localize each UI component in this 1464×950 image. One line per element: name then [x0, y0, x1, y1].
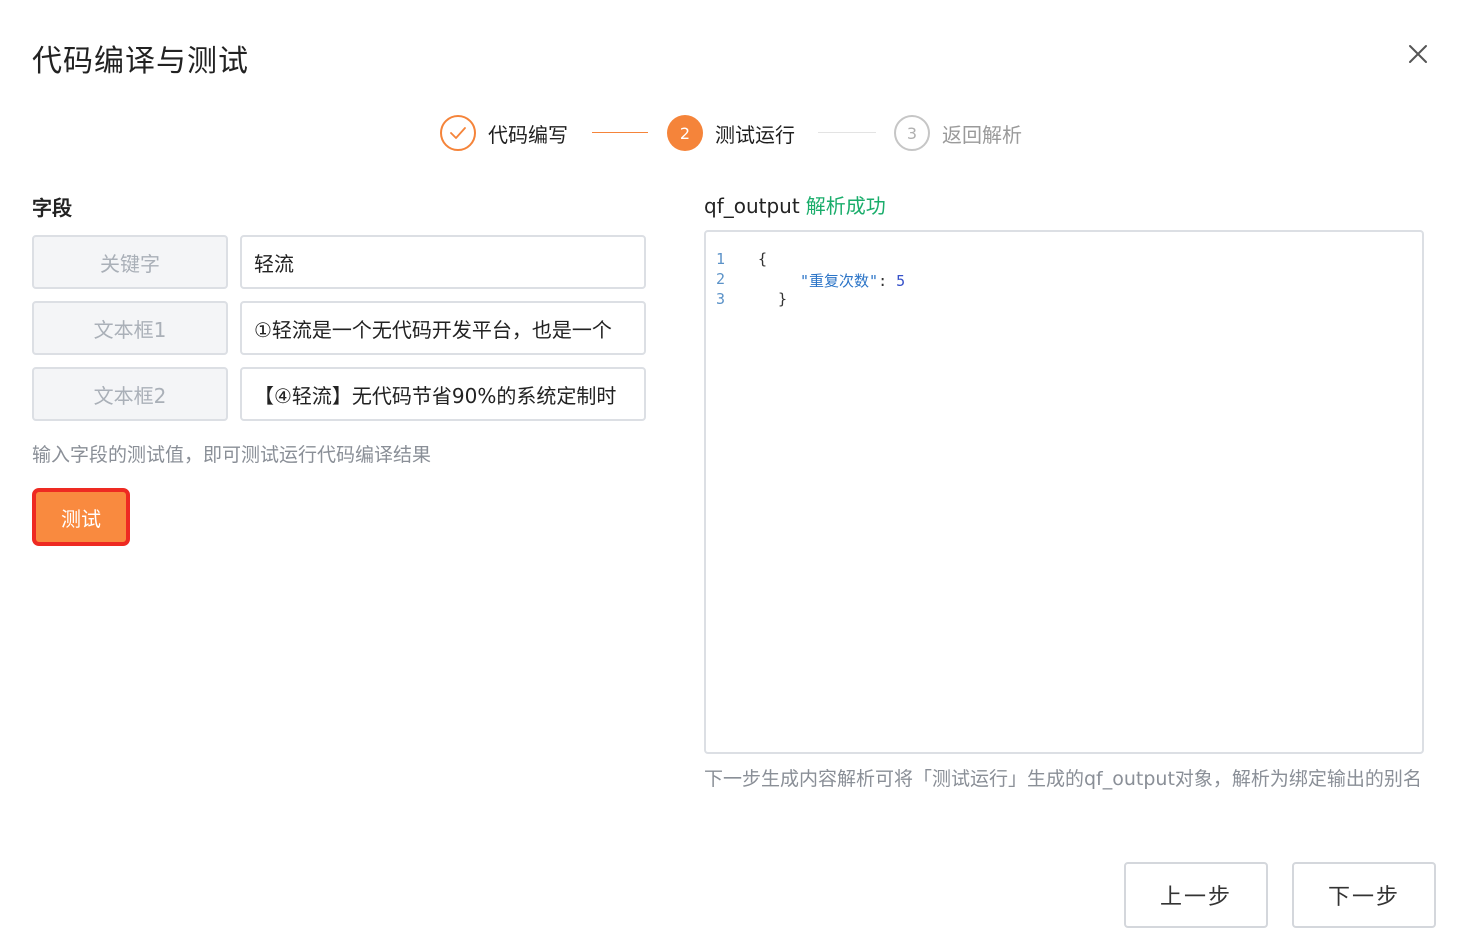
check-icon: [450, 127, 466, 139]
code-text: "重复次数": 5: [800, 270, 905, 291]
test-button[interactable]: 测试: [32, 488, 130, 546]
fields-heading: 字段: [32, 196, 72, 220]
field-value-input[interactable]: 【④轻流】无代码节省90%的系统定制时: [240, 367, 646, 421]
field-key: 关键字: [32, 235, 228, 289]
prev-step-button[interactable]: 上一步: [1124, 862, 1268, 928]
step-connector-done: [592, 132, 648, 133]
step-return-parse: 3 返回解析: [894, 114, 1022, 152]
step-done-circle: [440, 115, 476, 151]
field-key: 文本框2: [32, 367, 228, 421]
step-test-run: 2 测试运行: [667, 114, 795, 152]
output-hint: 下一步生成内容解析可将「测试运行」生成的qf_output对象，解析为绑定输出的…: [704, 768, 1422, 790]
step-number-circle: 2: [667, 115, 703, 151]
field-value-text: ①轻流是一个无代码开发平台，也是一个: [254, 317, 612, 342]
step-connector-pending: [818, 132, 876, 133]
step-code-writing: 代码编写: [440, 114, 568, 152]
json-key: "重复次数": [800, 272, 879, 290]
code-line: 2 "重复次数": 5: [706, 270, 1422, 290]
code-line: 3 }: [706, 290, 1422, 310]
code-text: {: [758, 250, 768, 268]
field-row: 文本框2 【④轻流】无代码节省90%的系统定制时: [32, 367, 646, 421]
step-label: 代码编写: [488, 122, 568, 147]
dialog-title: 代码编译与测试: [32, 44, 249, 79]
output-status: 解析成功: [805, 194, 886, 218]
output-header: qf_output 解析成功: [704, 190, 886, 219]
field-value-input[interactable]: 轻流: [240, 235, 646, 289]
output-name: qf_output: [704, 194, 800, 218]
step-number-circle: 3: [894, 115, 930, 151]
step-label: 返回解析: [942, 122, 1022, 147]
json-value: 5: [896, 272, 906, 290]
fields-hint: 输入字段的测试值，即可测试运行代码编译结果: [32, 444, 432, 466]
line-number: 3: [716, 290, 726, 308]
field-row: 关键字 轻流: [32, 235, 646, 289]
code-line: 1 {: [706, 250, 1422, 270]
line-number: 1: [716, 250, 726, 268]
close-icon: [1409, 45, 1427, 63]
code-text: }: [778, 290, 788, 308]
field-value-input[interactable]: ①轻流是一个无代码开发平台，也是一个: [240, 301, 646, 355]
steps-indicator: 代码编写 2 测试运行 3 返回解析: [0, 114, 1464, 152]
field-value-text: 【④轻流】无代码节省90%的系统定制时: [254, 383, 617, 408]
next-step-button[interactable]: 下一步: [1292, 862, 1436, 928]
field-value-text: 轻流: [254, 251, 294, 276]
close-button[interactable]: [1402, 38, 1434, 70]
code-output-editor[interactable]: 1 { 2 "重复次数": 5 3 }: [704, 230, 1424, 754]
field-row: 文本框1 ①轻流是一个无代码开发平台，也是一个: [32, 301, 646, 355]
json-separator: :: [878, 272, 897, 290]
step-label: 测试运行: [715, 122, 795, 147]
line-number: 2: [716, 270, 726, 288]
field-key: 文本框1: [32, 301, 228, 355]
